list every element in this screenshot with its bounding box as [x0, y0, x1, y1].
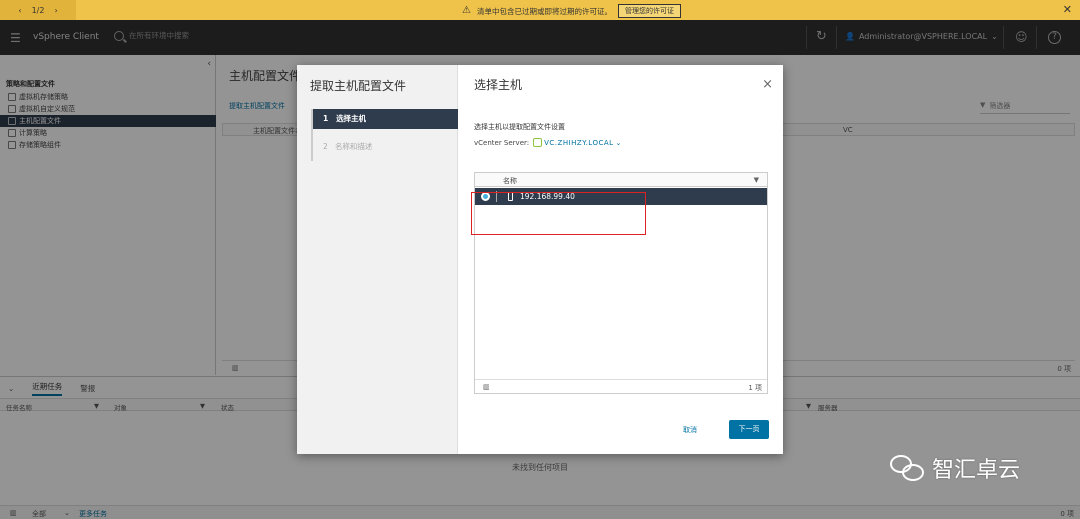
- license-notice-bar: ‹ 1/2 › ⚠ 清单中包含已过期或即将过期的许可证。 管理您的许可证 ✕: [0, 0, 1080, 20]
- extract-host-profile-wizard: 提取主机配置文件 1 选择主机 2 名称和描述 选择主机 × 选择主机以提取配置…: [297, 65, 783, 454]
- vcenter-label: vCenter Server:: [474, 138, 530, 147]
- column-toggle-icon[interactable]: ▥: [483, 383, 490, 391]
- grid-header: 名称 ▼: [475, 173, 767, 187]
- wizard-steps: 提取主机配置文件 1 选择主机 2 名称和描述: [297, 65, 458, 454]
- close-icon[interactable]: ✕: [1063, 3, 1072, 16]
- notice-pager-label: 1/2: [31, 5, 45, 15]
- item-count: 1 项: [748, 384, 762, 392]
- pane-title: 选择主机: [474, 78, 523, 92]
- column-header-name[interactable]: 名称: [503, 176, 517, 186]
- step-name-description: 2 名称和描述: [313, 137, 458, 157]
- chevron-left-icon[interactable]: ‹: [18, 6, 21, 15]
- grid-footer: ▥ 1 项: [475, 379, 767, 394]
- manage-licenses-button[interactable]: 管理您的许可证: [617, 4, 681, 18]
- cancel-button[interactable]: 取消: [683, 425, 697, 435]
- wizard-title: 提取主机配置文件: [310, 79, 407, 93]
- warning-icon: ⚠: [462, 5, 471, 16]
- step-select-host[interactable]: 1 选择主机: [313, 109, 458, 129]
- watermark-text: 智汇卓云: [932, 458, 1021, 483]
- notice-message: 清单中包含已过期或即将过期的许可证。: [476, 6, 612, 16]
- filter-icon[interactable]: ▼: [754, 176, 759, 184]
- pane-description: 选择主机以提取配置文件设置: [474, 123, 565, 131]
- selection-highlight-annotation: [471, 192, 646, 235]
- vcenter-icon: [533, 138, 543, 147]
- chevron-down-icon: ⌄: [615, 138, 622, 147]
- close-icon[interactable]: ×: [762, 78, 773, 91]
- wechat-logo-icon: [890, 453, 926, 483]
- step-label: 选择主机: [336, 114, 367, 123]
- notice-message-group: ⚠ 清单中包含已过期或即将过期的许可证。 管理您的许可证: [462, 4, 681, 18]
- notice-pager[interactable]: ‹ 1/2 ›: [0, 0, 76, 20]
- vcenter-row: vCenter Server: VC.ZHIHZY.LOCAL ⌄: [474, 138, 622, 147]
- vcenter-select[interactable]: VC.ZHIHZY.LOCAL ⌄: [533, 138, 622, 147]
- step-label: 名称和描述: [334, 142, 373, 151]
- watermark: 智汇卓云: [890, 452, 1020, 484]
- vcenter-value: VC.ZHIHZY.LOCAL: [544, 138, 614, 147]
- chevron-right-icon[interactable]: ›: [54, 6, 57, 15]
- next-button[interactable]: 下一页: [729, 420, 769, 439]
- step-number: 2: [323, 142, 328, 151]
- wizard-pane: 选择主机 × 选择主机以提取配置文件设置 vCenter Server: VC.…: [459, 65, 783, 454]
- step-number: 1: [323, 114, 329, 123]
